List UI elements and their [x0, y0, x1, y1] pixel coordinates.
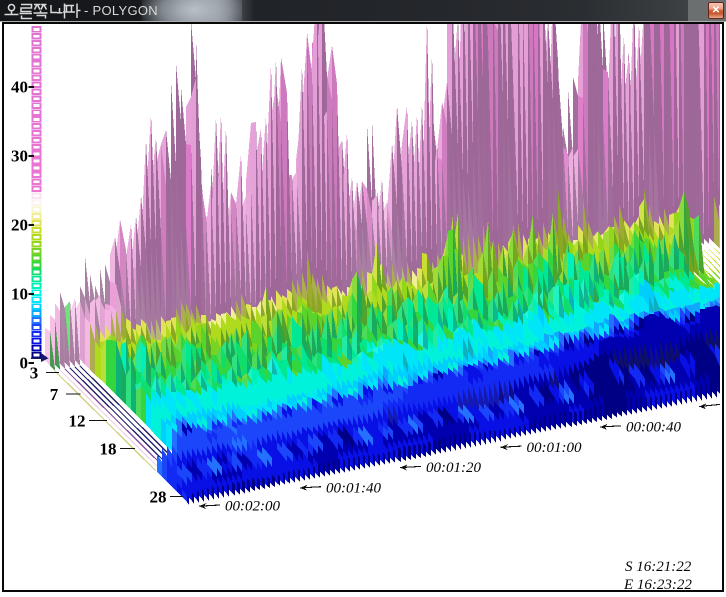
- svg-text:0: 0: [20, 354, 29, 373]
- svg-text:00:01:20: 00:01:20: [426, 460, 481, 476]
- svg-text:12: 12: [69, 412, 86, 431]
- svg-text:7: 7: [50, 385, 59, 404]
- svg-text:00:01:40: 00:01:40: [326, 480, 381, 496]
- svg-text:00:01:00: 00:01:00: [527, 440, 582, 456]
- svg-text:E 16:23:22: E 16:23:22: [623, 577, 692, 590]
- svg-text:30: 30: [11, 147, 28, 166]
- svg-text:00:02:00: 00:02:00: [225, 499, 280, 515]
- svg-text:10: 10: [11, 285, 28, 304]
- svg-text:20: 20: [11, 216, 28, 235]
- svg-text:28: 28: [150, 488, 167, 507]
- svg-text:3: 3: [30, 364, 39, 383]
- svg-text:18: 18: [100, 440, 117, 459]
- svg-text:00:00:40: 00:00:40: [626, 420, 681, 436]
- svg-text:S 16:21:22: S 16:21:22: [625, 559, 692, 575]
- svg-text:40: 40: [11, 78, 28, 97]
